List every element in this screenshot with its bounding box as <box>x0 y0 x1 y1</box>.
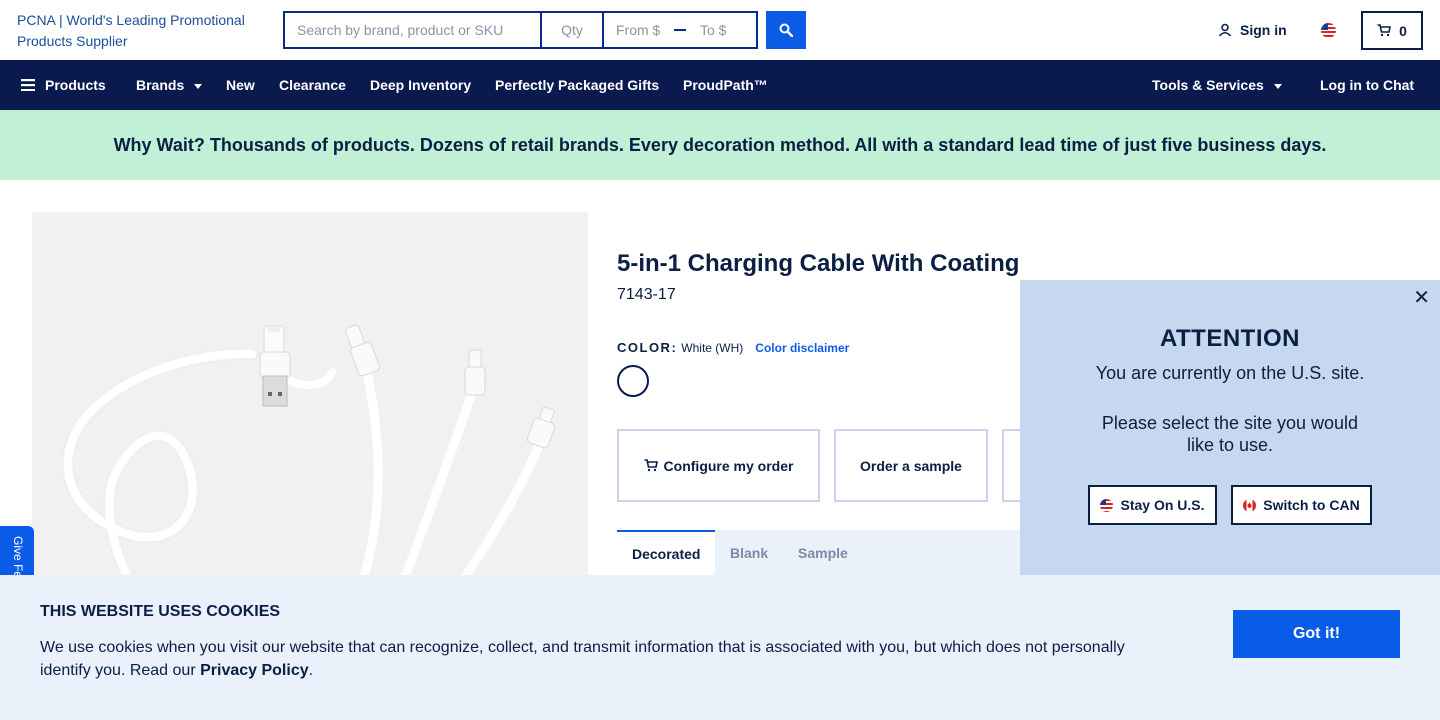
color-disclaimer-link[interactable]: Color disclaimer <box>755 341 849 355</box>
feedback-label: Give Fe <box>11 536 25 579</box>
modal-select-site-text: Please select the site you would like to… <box>1101 413 1359 455</box>
qty-input[interactable] <box>542 13 604 47</box>
tab-sample[interactable]: Sample <box>798 530 848 576</box>
configure-order-label: Configure my order <box>663 457 794 474</box>
cart-count: 0 <box>1399 22 1407 39</box>
color-row: COLOR: White (WH) Color disclaimer <box>617 340 849 355</box>
charging-cable-image <box>61 324 556 612</box>
cookie-body-end: . <box>308 662 314 679</box>
cart-icon <box>1377 24 1392 37</box>
chevron-down-icon <box>194 83 203 89</box>
switch-can-button[interactable]: Switch to CAN <box>1231 485 1372 525</box>
modal-title: ATTENTION <box>1159 325 1301 352</box>
cart-icon <box>644 459 658 472</box>
nav-item-chat-login[interactable]: Log in to Chat <box>1320 60 1414 110</box>
color-swatch-white[interactable] <box>617 365 649 397</box>
product-sku: 7143-17 <box>617 286 676 303</box>
switch-can-label: Switch to CAN <box>1263 497 1360 513</box>
tab-blank[interactable]: Blank <box>730 530 768 576</box>
nav-item-tools-services[interactable]: Tools & Services <box>1152 60 1282 110</box>
nav-item-label: Log in to Chat <box>1320 77 1415 93</box>
site-logo[interactable]: PCNA | World's Leading Promotional Produ… <box>17 10 267 52</box>
chevron-down-icon <box>1273 83 1282 89</box>
us-flag-icon[interactable] <box>1321 23 1336 38</box>
stay-us-label: Stay On U.S. <box>1120 497 1205 513</box>
signin-link[interactable]: Sign in <box>1218 22 1287 38</box>
nav-item-label: Brands <box>136 77 185 93</box>
search-icon <box>779 23 793 37</box>
order-sample-button[interactable]: Order a sample <box>834 429 988 502</box>
cookie-title: THIS WEBSITE USES COOKIES <box>40 603 281 620</box>
order-sample-label: Order a sample <box>860 457 962 474</box>
site-selection-modal: ✕ ATTENTION You are currently on the U.S… <box>1020 280 1440 580</box>
product-image[interactable] <box>32 212 588 612</box>
nav-item-proudpath[interactable]: ProudPath™ <box>683 60 768 110</box>
search-input[interactable] <box>285 13 542 47</box>
nav-item-brands[interactable]: Brands <box>136 60 203 110</box>
tab-label: Decorated <box>632 546 701 562</box>
price-to-input[interactable] <box>688 13 748 47</box>
top-header: PCNA | World's Leading Promotional Produ… <box>0 0 1440 60</box>
price-range-dash <box>674 29 686 31</box>
nav-item-label: Clearance <box>279 77 346 93</box>
nav-item-label: Products <box>45 77 106 93</box>
product-title: 5-in-1 Charging Cable With Coating <box>617 250 1020 277</box>
tab-label: Blank <box>730 545 769 561</box>
logo-alt-text[interactable]: PCNA | World's Leading Promotional Produ… <box>17 12 245 49</box>
search-button[interactable] <box>766 11 806 49</box>
signin-label: Sign in <box>1240 22 1287 38</box>
cookie-text: We use cookies when you visit our websit… <box>40 636 1150 682</box>
nav-item-label: Perfectly Packaged Gifts <box>495 77 660 93</box>
close-icon[interactable]: ✕ <box>1413 288 1430 308</box>
price-from-input[interactable] <box>604 13 674 47</box>
tab-decorated[interactable]: Decorated <box>617 530 716 576</box>
tab-label: Sample <box>798 545 848 561</box>
stay-us-button[interactable]: Stay On U.S. <box>1088 485 1217 525</box>
nav-item-packaged-gifts[interactable]: Perfectly Packaged Gifts <box>495 60 659 110</box>
modal-current-site-text: You are currently on the U.S. site. <box>1095 363 1365 383</box>
cookie-accept-button[interactable]: Got it! <box>1233 610 1400 658</box>
cookie-banner: THIS WEBSITE USES COOKIES We use cookies… <box>0 575 1440 720</box>
privacy-policy-link[interactable]: Privacy Policy <box>200 662 309 679</box>
us-flag-icon <box>1100 498 1114 512</box>
user-icon <box>1218 23 1232 37</box>
canada-flag-icon <box>1243 498 1257 512</box>
search-group <box>283 11 758 49</box>
hamburger-menu-icon <box>21 79 35 91</box>
promo-banner: Why Wait? Thousands of products. Dozens … <box>0 110 1440 180</box>
main-nav: Products Brands New Clearance Deep Inven… <box>0 60 1440 110</box>
nav-item-label: New <box>226 77 255 93</box>
nav-item-label: ProudPath™ <box>683 77 768 93</box>
color-value: White (WH) <box>681 341 744 355</box>
color-key: COLOR: <box>617 340 678 355</box>
nav-item-clearance[interactable]: Clearance <box>279 60 346 110</box>
promo-text: Why Wait? Thousands of products. Dozens … <box>113 134 1327 155</box>
cart-button[interactable]: 0 <box>1361 11 1423 50</box>
nav-item-products[interactable]: Products <box>21 60 106 110</box>
nav-item-deep-inventory[interactable]: Deep Inventory <box>370 60 471 110</box>
nav-item-new[interactable]: New <box>226 60 255 110</box>
nav-item-label: Deep Inventory <box>370 77 472 93</box>
nav-item-label: Tools & Services <box>1152 77 1264 93</box>
configure-order-button[interactable]: Configure my order <box>617 429 820 502</box>
